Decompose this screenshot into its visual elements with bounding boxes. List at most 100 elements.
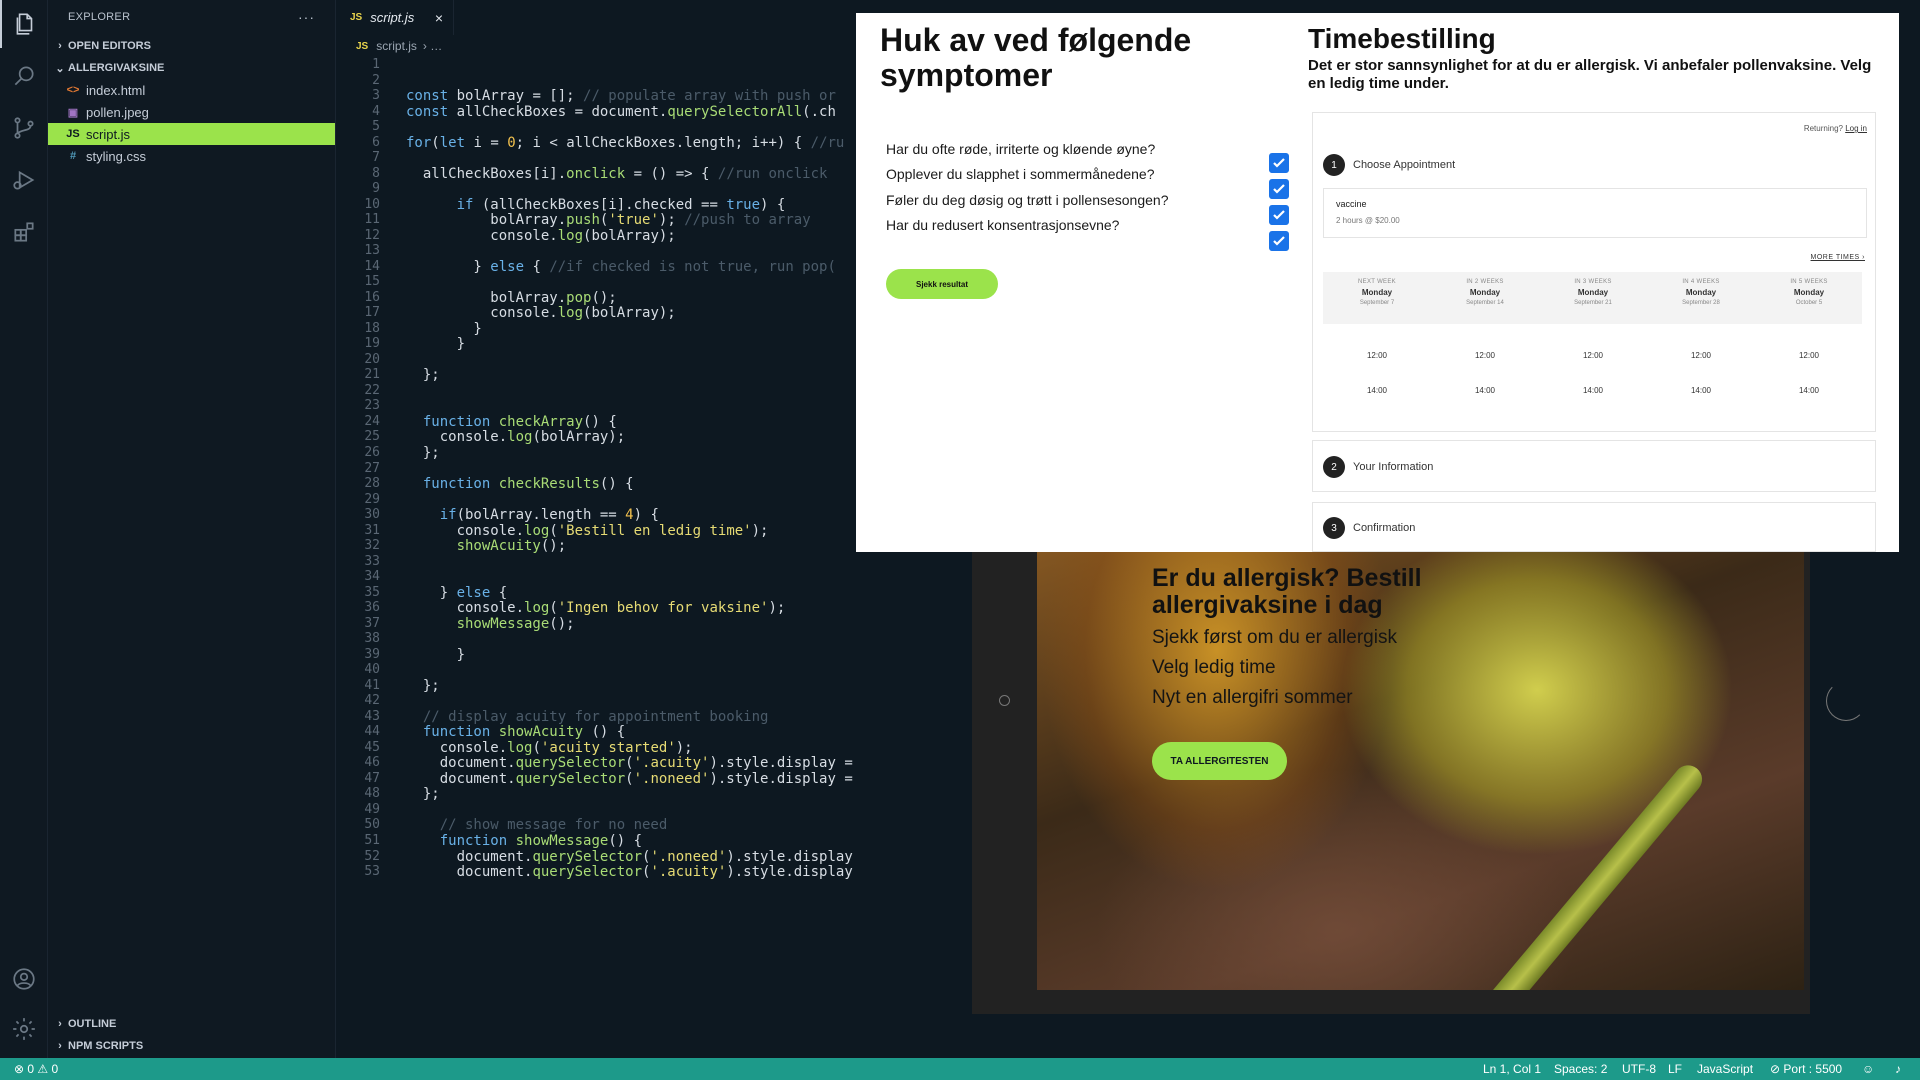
- live-server-port[interactable]: ⊘ Port : 5500: [1770, 1062, 1842, 1076]
- carousel-next-icon[interactable]: [1826, 681, 1866, 721]
- time-slot[interactable]: 14:00: [1755, 386, 1863, 395]
- week-column[interactable]: IN 4 WEEKS Monday September 28: [1647, 272, 1755, 306]
- code-text: console.log(bolArray);: [406, 227, 676, 244]
- code-text: function showAcuity () {: [422, 724, 626, 741]
- code-text: };: [406, 786, 440, 803]
- week-date: September 7: [1359, 300, 1395, 306]
- npm-scripts-section[interactable]: › NPM SCRIPTS: [48, 1035, 336, 1057]
- step-confirmation[interactable]: 3 Confirmation: [1312, 502, 1876, 552]
- line-number: 5: [372, 119, 380, 135]
- js-file-icon: JS: [356, 40, 369, 52]
- willow-stem: [1474, 759, 1708, 990]
- line-number: 24: [364, 413, 380, 429]
- indentation[interactable]: Spaces: 2: [1554, 1062, 1607, 1076]
- week-day: Monday: [1469, 288, 1501, 297]
- file-item-index[interactable]: <> index.html: [48, 79, 335, 101]
- week-date: October 5: [1795, 300, 1823, 306]
- explorer-sidebar: EXPLORER ··· › OPEN EDITORS ⌄ ALLERGIVAK…: [48, 0, 336, 1058]
- symptom-checkbox[interactable]: [1269, 205, 1289, 225]
- symptom-checkbox[interactable]: [1269, 231, 1289, 251]
- file-item-pollen[interactable]: ▣ pollen.jpeg: [48, 101, 335, 123]
- outline-section[interactable]: › OUTLINE: [48, 1013, 336, 1035]
- time-slot[interactable]: 12:00: [1647, 351, 1755, 360]
- week-day: Monday: [1793, 288, 1825, 297]
- take-allergy-test-button[interactable]: TA ALLERGITESTEN: [1152, 742, 1287, 780]
- line-number: 2: [372, 72, 380, 88]
- breadcrumb-file[interactable]: script.js: [376, 39, 417, 53]
- symptom-checkbox[interactable]: [1269, 153, 1289, 173]
- line-number: 50: [364, 817, 380, 833]
- check-result-button[interactable]: Sjekk resultat: [886, 269, 998, 299]
- tab-script-js[interactable]: JS script.js ×: [336, 0, 454, 35]
- carousel-prev-icon[interactable]: [999, 695, 1010, 706]
- account-icon[interactable]: [0, 955, 48, 1003]
- line-number: 46: [364, 755, 380, 771]
- problems-indicator[interactable]: ⊗ 0 ⚠ 0: [14, 1062, 58, 1076]
- week-day: Monday: [1577, 288, 1609, 297]
- time-slot[interactable]: 14:00: [1539, 386, 1647, 395]
- checkmark-icon: [1273, 236, 1285, 246]
- login-link[interactable]: Log in: [1845, 124, 1867, 133]
- breadcrumb: JS script.js › …: [336, 35, 442, 57]
- encoding[interactable]: UTF-8: [1622, 1062, 1656, 1076]
- acuity-scheduler: Returning? Log in 1 Choose Appointment v…: [1312, 112, 1876, 432]
- week-column[interactable]: NEXT WEEK Monday September 7: [1323, 272, 1431, 306]
- notifications-bell-icon[interactable]: ♪: [1895, 1062, 1901, 1076]
- extensions-icon[interactable]: [0, 208, 48, 256]
- html-file-icon: <>: [66, 84, 80, 96]
- week-column[interactable]: IN 2 WEEKS Monday September 14: [1431, 272, 1539, 306]
- explorer-icon[interactable]: [0, 0, 48, 48]
- time-slot[interactable]: 12:00: [1431, 351, 1539, 360]
- run-debug-icon[interactable]: [0, 156, 48, 204]
- service-option[interactable]: vaccine 2 hours @ $20.00: [1323, 188, 1867, 238]
- end-of-line[interactable]: LF: [1668, 1062, 1682, 1076]
- settings-gear-icon[interactable]: [0, 1005, 48, 1053]
- folder-section[interactable]: ⌄ ALLERGIVAKSINE: [48, 57, 335, 79]
- time-slot[interactable]: 14:00: [1323, 386, 1431, 395]
- line-number: 18: [364, 320, 380, 336]
- week-column[interactable]: IN 3 WEEKS Monday September 21: [1539, 272, 1647, 306]
- code-text: };: [406, 367, 440, 384]
- line-number: 30: [364, 507, 380, 523]
- code-text: console.log(bolArray);: [406, 305, 676, 322]
- code-text: } else { //if checked is not true, run p…: [406, 258, 836, 275]
- more-actions-icon[interactable]: ···: [298, 9, 315, 25]
- time-slot[interactable]: 14:00: [1431, 386, 1539, 395]
- code-text: console.log('Ingen behov for vaksine');: [406, 600, 786, 617]
- time-slot[interactable]: 14:00: [1647, 386, 1755, 395]
- search-icon[interactable]: [0, 52, 48, 100]
- cursor-position[interactable]: Ln 1, Col 1: [1483, 1062, 1541, 1076]
- code-editor[interactable]: 1 2 3 const bolArray = []; // populate arra…: [336, 57, 856, 1057]
- line-number: 8: [372, 165, 380, 181]
- week-day: Monday: [1361, 288, 1393, 297]
- time-slot[interactable]: 12:00: [1755, 351, 1863, 360]
- service-name: vaccine: [1336, 199, 1367, 209]
- open-editors-label: OPEN EDITORS: [68, 40, 151, 52]
- source-control-icon[interactable]: [0, 104, 48, 152]
- symptoms-title: Huk av ved følgende symptomer: [880, 22, 1192, 93]
- more-times-link[interactable]: MORE TIMES ›: [1811, 254, 1865, 261]
- step-your-information[interactable]: 2 Your Information: [1312, 440, 1876, 492]
- line-number: 39: [364, 646, 380, 662]
- file-item-styling[interactable]: # styling.css: [48, 145, 335, 167]
- npm-scripts-label: NPM SCRIPTS: [68, 1040, 144, 1052]
- week-column[interactable]: IN 5 WEEKS Monday October 5: [1755, 272, 1863, 306]
- code-text: };: [406, 677, 440, 694]
- folder-label: ALLERGIVAKSINE: [68, 62, 165, 74]
- line-number: 12: [364, 227, 380, 243]
- code-text: console.log('Bestill en ledig time');: [406, 522, 769, 539]
- symptom-checkbox[interactable]: [1269, 179, 1289, 199]
- step-label: Your Information: [1353, 461, 1434, 473]
- open-editors-section[interactable]: › OPEN EDITORS: [48, 35, 335, 57]
- file-item-script[interactable]: JS script.js: [48, 123, 335, 145]
- line-number: 17: [364, 305, 380, 321]
- close-tab-icon[interactable]: ×: [435, 10, 443, 26]
- feedback-icon[interactable]: ☺: [1862, 1062, 1874, 1076]
- time-slot[interactable]: 12:00: [1323, 351, 1431, 360]
- line-number: 16: [364, 289, 380, 305]
- line-number: 38: [364, 631, 380, 647]
- code-text: }: [406, 336, 466, 353]
- language-mode[interactable]: JavaScript: [1697, 1062, 1753, 1076]
- line-number: 14: [364, 258, 380, 274]
- time-slot[interactable]: 12:00: [1539, 351, 1647, 360]
